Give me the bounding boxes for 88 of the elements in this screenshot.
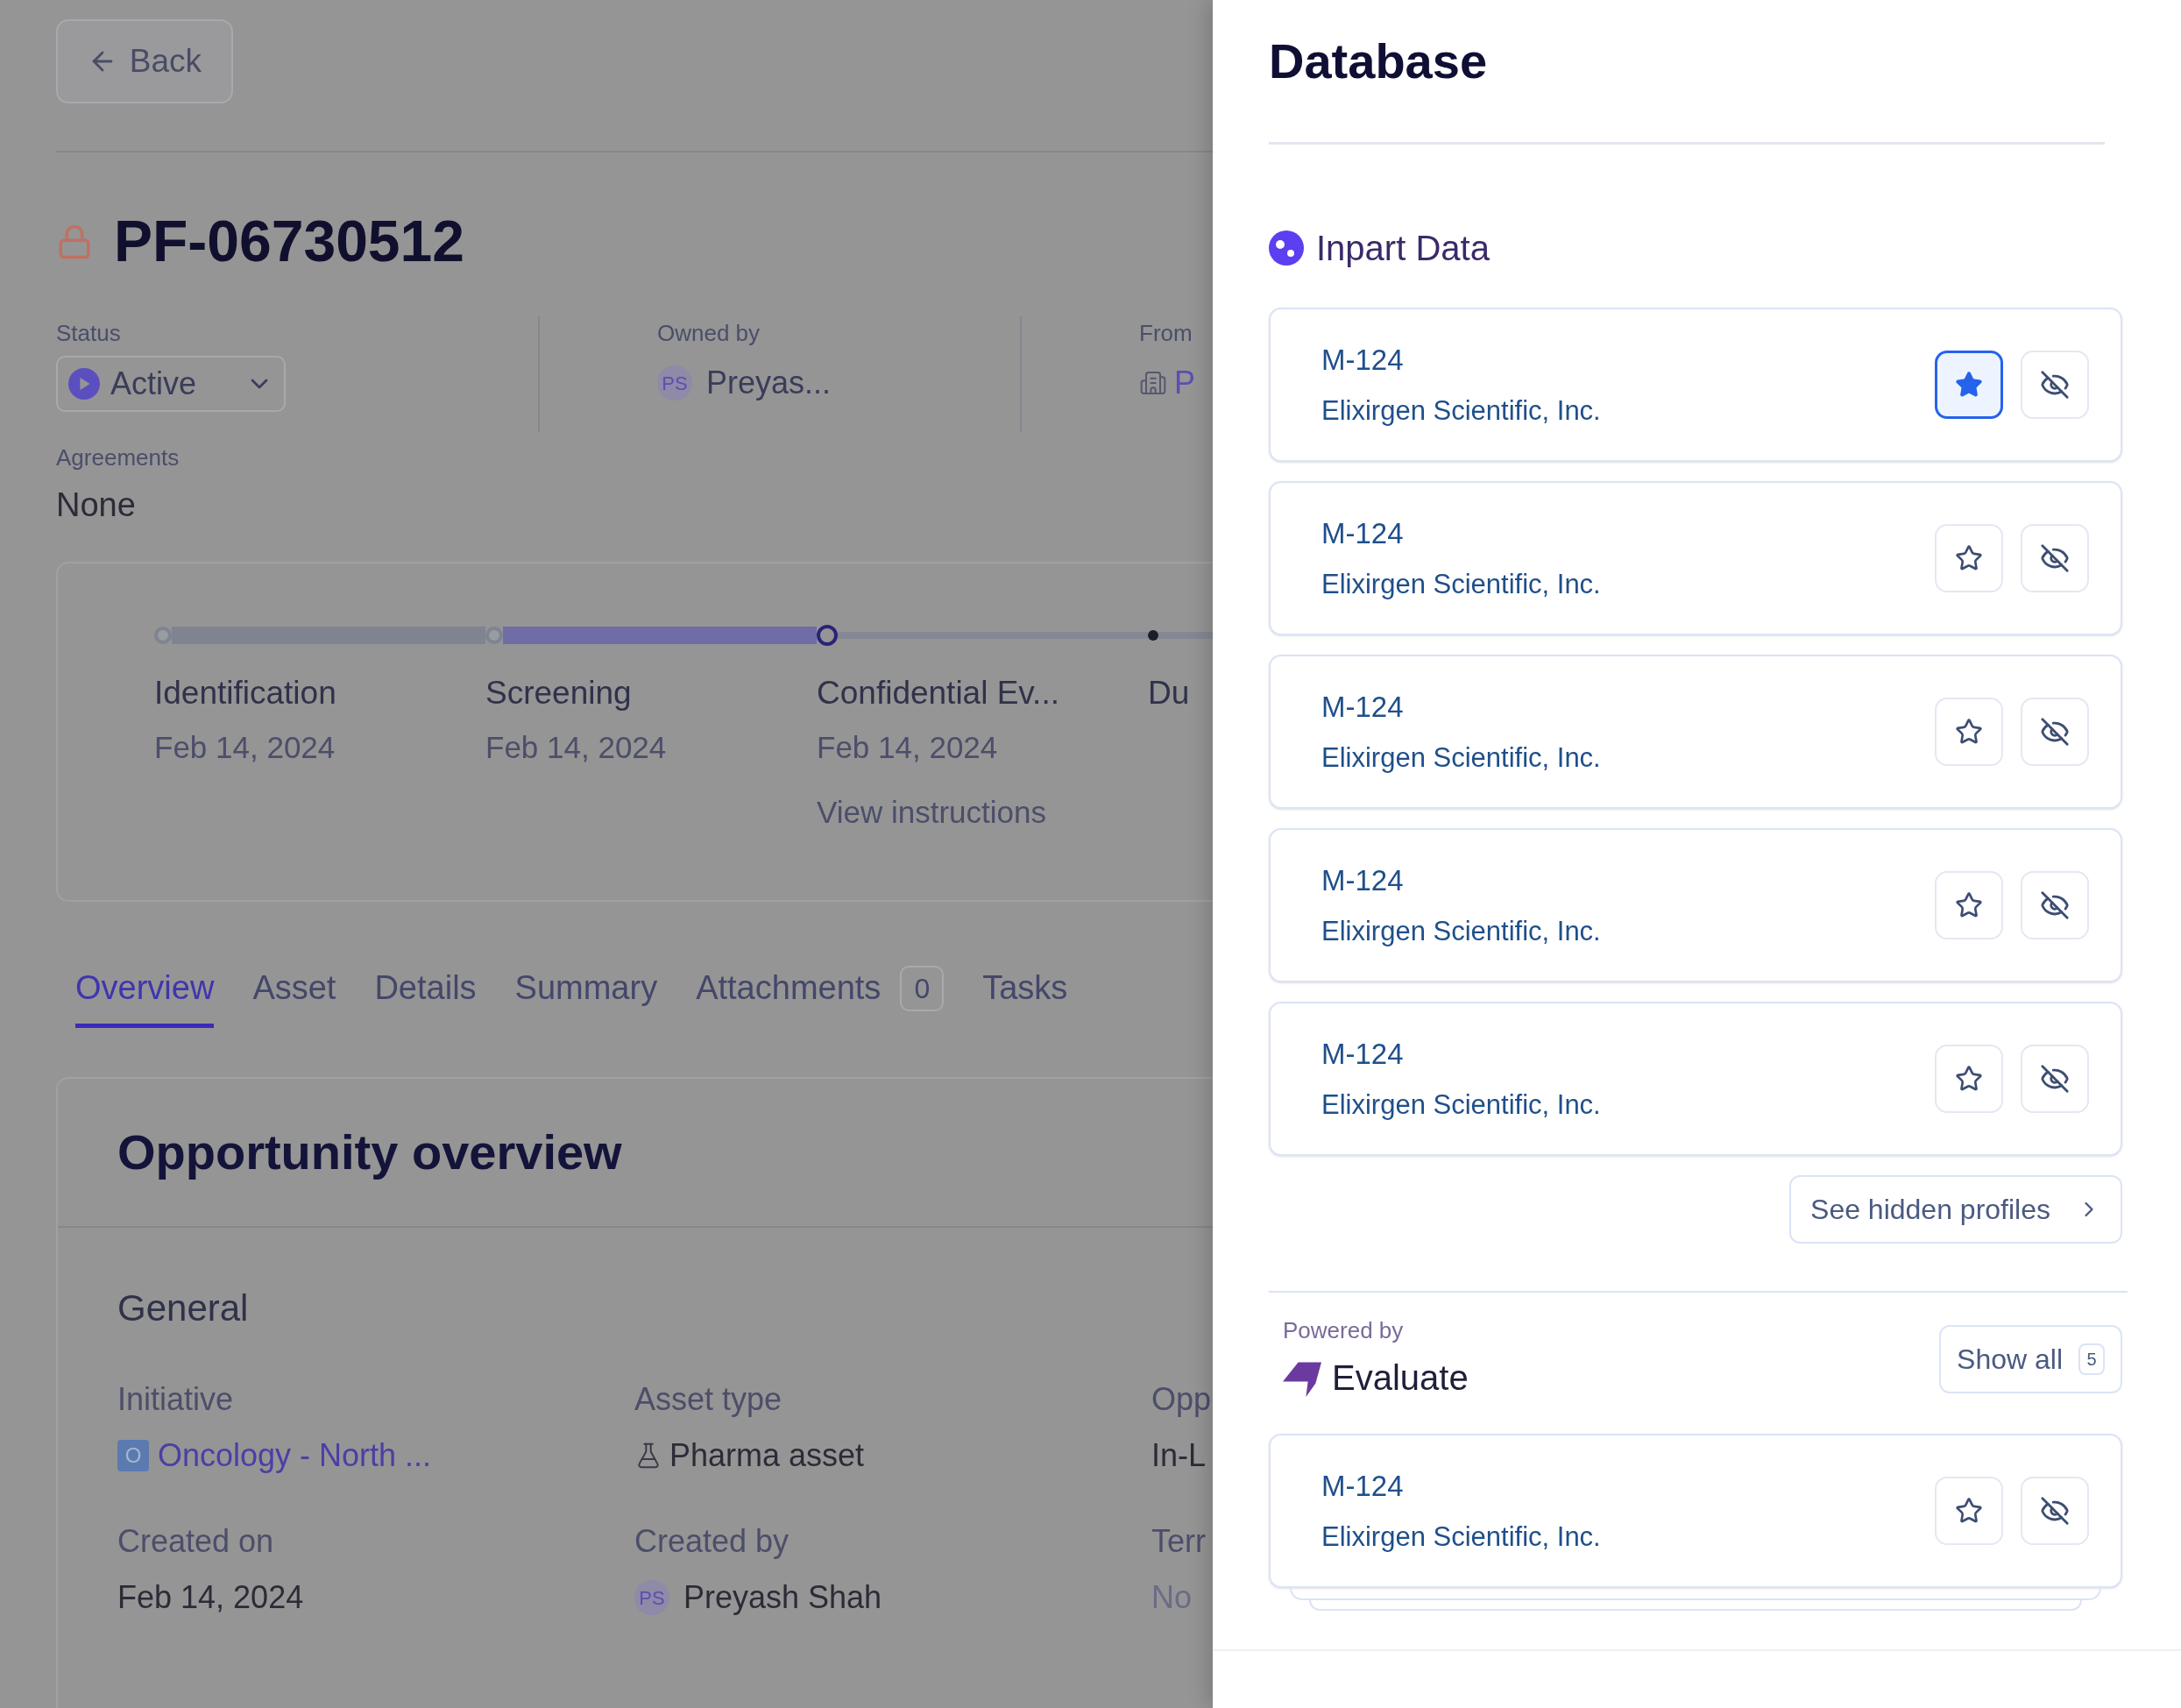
company-name: Elixirgen Scientific, Inc. [1321,393,1602,428]
subsection-title: General [117,1287,249,1329]
stage-name: Identification [154,674,337,712]
section-title: Opportunity overview [117,1123,622,1181]
eye-off-icon [2040,1064,2070,1094]
eye-off-icon [2040,370,2070,400]
star-icon [1955,1065,1983,1093]
profile-code: M-124 [1321,1037,1405,1072]
field-value: None [56,485,137,525]
hide-button[interactable] [2021,1477,2089,1545]
powered-by-label: Powered by [1283,1316,1405,1345]
tab[interactable]: Overview [75,963,215,1028]
stage-date: Feb 14, 2024 [485,728,668,766]
company-name: Elixirgen Scientific, Inc. [1321,1520,1602,1554]
star-icon [1955,544,1983,572]
company-name: Elixirgen Scientific, Inc. [1321,567,1602,601]
hide-button[interactable] [2021,698,2089,766]
field-label: Initiative [117,1380,235,1419]
field-value: Preyash Shah [683,1578,882,1617]
see-hidden-profiles-button[interactable]: See hidden profiles [1789,1175,2122,1244]
stage-name: Confidential Ev... [817,674,1060,712]
company-name: Elixirgen Scientific, Inc. [1321,914,1602,948]
company-name: Elixirgen Scientific, Inc. [1321,741,1602,775]
profile-card[interactable]: M-124 Elixirgen Scientific, Inc. [1269,308,2122,462]
hide-button[interactable] [2021,871,2089,939]
profile-card[interactable]: M-124 Elixirgen Scientific, Inc. [1269,655,2122,809]
avatar: PS [634,1580,669,1615]
star-icon [1955,371,1983,399]
stage-name: Screening [485,674,633,712]
profile-card[interactable]: M-124 Elixirgen Scientific, Inc. [1269,481,2122,635]
field-label: Created on [117,1522,275,1561]
field-label: Opp [1151,1380,1213,1419]
source-title: Inpart Data [1316,228,1490,269]
stage-date: Feb 14, 2024 [154,728,336,766]
star-icon [1955,718,1983,746]
initiative-link[interactable]: Oncology - North ... [158,1432,432,1479]
field-label: From [1139,319,1193,348]
initiative-badge: O [117,1440,149,1471]
eye-off-icon [2040,1496,2070,1526]
field-value: Feb 14, 2024 [117,1578,305,1617]
tab[interactable]: Asset [252,963,336,1028]
star-icon [1955,891,1983,919]
stage-name: Du [1148,674,1191,712]
eye-off-icon [2040,890,2070,920]
field-label: Asset type [634,1380,783,1419]
avatar: PS [657,365,692,400]
profile-card[interactable]: M-124 Elixirgen Scientific, Inc. [1269,1002,2122,1156]
tab[interactable]: Attachments 0 [696,963,945,1028]
back-button[interactable]: Back [56,19,233,103]
field-label: Terr [1151,1522,1207,1561]
count-badge: 0 [900,965,945,1011]
show-all-button[interactable]: Show all 5 [1939,1324,2122,1393]
tab[interactable]: Summary [514,963,658,1028]
profile-code: M-124 [1321,343,1405,378]
building-icon [1139,369,1167,397]
profile-code: M-124 [1321,690,1405,725]
hide-button[interactable] [2021,524,2089,592]
play-icon [68,368,100,400]
profile-card[interactable]: M-124 Elixirgen Scientific, Inc. [1269,1434,2122,1588]
hide-button[interactable] [2021,351,2089,419]
brand-name: Evaluate [1332,1357,1469,1399]
field-value: Pharma asset [669,1436,865,1475]
owner-name: Preyas... [706,364,832,402]
hide-button[interactable] [2021,1045,2089,1113]
record-title: PF-06730512 [114,208,464,275]
star-icon [1955,1497,1983,1525]
eye-off-icon [2040,543,2070,573]
field-label: Owned by [657,319,761,348]
inpart-logo-icon [1269,230,1304,266]
count-badge: 5 [2078,1343,2105,1375]
tab[interactable]: Tasks [982,963,1068,1028]
view-instructions-link[interactable]: View instructions [817,790,1046,836]
profile-card[interactable]: M-124 Elixirgen Scientific, Inc. [1269,828,2122,982]
from-value: P [1174,364,1195,402]
stage-date: Feb 14, 2024 [817,728,999,766]
profile-code: M-124 [1321,863,1405,898]
field-value: In-L [1151,1436,1207,1475]
drawer-title: Database [1269,32,1489,90]
field-label: Agreements [56,443,181,472]
tab[interactable]: Details [374,963,477,1028]
favorite-button[interactable] [1935,351,2003,419]
field-label: Status [56,319,122,348]
profile-code: M-124 [1321,1469,1405,1504]
field-label: Created by [634,1522,790,1561]
company-name: Elixirgen Scientific, Inc. [1321,1088,1602,1122]
profile-code: M-124 [1321,516,1405,551]
eye-off-icon [2040,717,2070,747]
status-dropdown[interactable]: Active [56,356,286,412]
